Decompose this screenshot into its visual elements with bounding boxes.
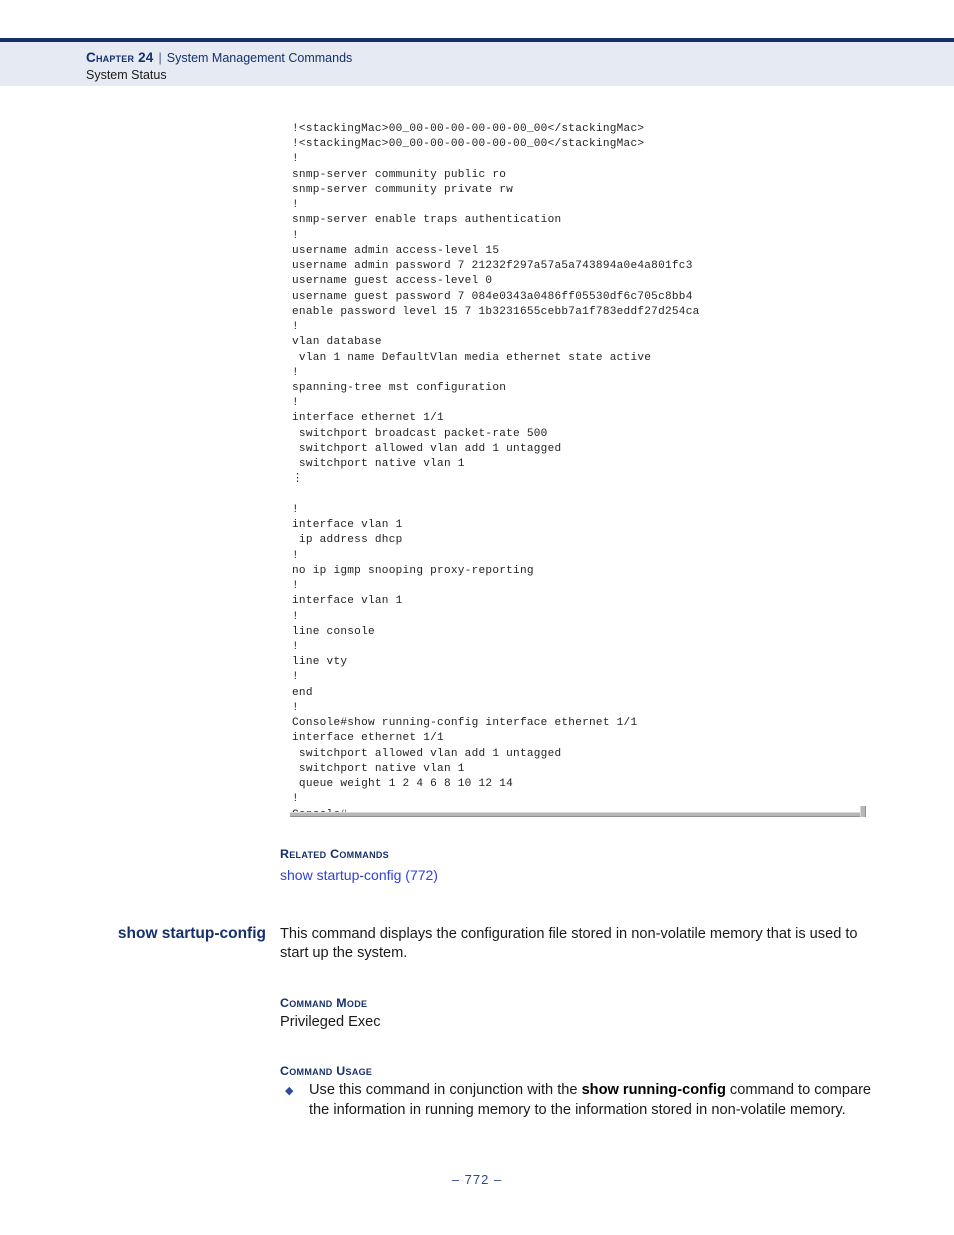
command-usage-list: ◆ Use this command in conjunction with t… — [280, 1081, 872, 1120]
command-description: This command displays the configuration … — [280, 926, 858, 962]
command-section: show startup-config This command display… — [86, 925, 876, 1120]
related-commands-section: Related Commands show startup-config (77… — [280, 845, 880, 883]
command-mode-value: Privileged Exec — [280, 1013, 381, 1030]
page-footer: – 772 – — [0, 1172, 954, 1187]
console-frame-bottom-edge — [290, 812, 861, 817]
header-breadcrumb: Chapter 24 | System Management Commands — [86, 50, 352, 66]
list-item: ◆ Use this command in conjunction with t… — [280, 1081, 872, 1120]
console-frame-right-edge — [860, 806, 866, 817]
usage-text-emphasis: show running-config — [581, 1082, 726, 1099]
usage-text-before: Use this command in conjunction with the — [309, 1082, 582, 1099]
page-running-header: Chapter 24 | System Management Commands Sy… — [0, 38, 954, 86]
header-topic-label: System Management Commands — [166, 51, 353, 65]
related-commands-label: Related Commands — [280, 847, 389, 861]
header-subtopic-label: System Status — [86, 68, 167, 82]
header-separator: | — [158, 51, 162, 65]
console-output-frame — [290, 806, 868, 818]
command-mode-section: Command Mode Privileged Exec — [280, 996, 872, 1032]
header-chapter-label: Chapter 24 — [86, 50, 154, 65]
command-mode-label: Command Mode — [280, 995, 368, 1010]
command-usage-section: Command Usage ◆ Use this command in conj… — [280, 1064, 872, 1120]
console-output-text: !<stackingMac>00_00-00-00-00-00-00_00</s… — [292, 123, 700, 821]
diamond-bullet-icon: ◆ — [285, 1085, 294, 1098]
console-output-block: !<stackingMac>00_00-00-00-00-00-00_00</s… — [292, 122, 867, 823]
command-title: show startup-config — [117, 925, 266, 942]
related-command-link[interactable]: show startup-config (772) — [280, 867, 880, 883]
command-body: This command displays the configuration … — [280, 925, 872, 1120]
command-usage-label: Command Usage — [280, 1064, 373, 1079]
page-number: – 772 – — [451, 1172, 503, 1187]
